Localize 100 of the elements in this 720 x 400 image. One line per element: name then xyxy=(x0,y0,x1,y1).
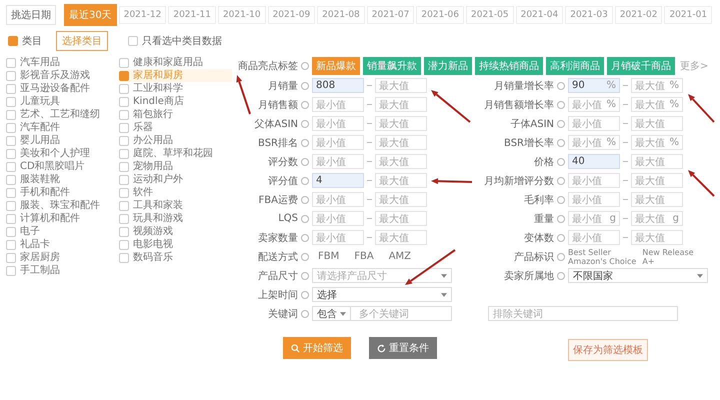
category-item[interactable]: 美妆和个人护理 xyxy=(6,147,119,160)
category-item[interactable]: 工具和家装 xyxy=(119,199,232,212)
tag-chip[interactable]: 潜力新品 xyxy=(424,57,472,75)
min-field[interactable]: 808 xyxy=(312,78,364,93)
date-tab[interactable]: 2021-10 xyxy=(218,6,266,24)
min-field[interactable]: 最小值 xyxy=(568,192,620,207)
dropdown[interactable]: 选择 xyxy=(312,287,452,302)
min-field[interactable]: 最小值 xyxy=(568,173,620,188)
max-field[interactable]: 最大值 xyxy=(375,211,427,226)
dropdown[interactable]: 请选择产品尺寸 xyxy=(312,268,452,283)
min-field[interactable]: 最小值 xyxy=(312,116,364,131)
category-item[interactable]: 儿童玩具 xyxy=(6,95,119,108)
checkbox[interactable] xyxy=(6,266,16,276)
exclude-keyword-field[interactable]: 排除关键词 xyxy=(488,306,678,321)
checkbox[interactable] xyxy=(8,36,18,46)
search-button[interactable]: 开始筛选 xyxy=(283,337,351,359)
checkbox[interactable] xyxy=(6,70,16,80)
date-tab[interactable]: 2021-04 xyxy=(516,6,564,24)
date-tab[interactable]: 2021-09 xyxy=(268,6,316,24)
checkbox[interactable] xyxy=(6,122,16,132)
shipping-option[interactable]: FBM xyxy=(312,251,346,262)
max-field[interactable]: 最大值 % xyxy=(631,78,683,93)
category-item[interactable]: 婴儿用品 xyxy=(6,134,119,147)
category-item[interactable]: 手机和配件 xyxy=(6,186,119,199)
badge-option[interactable]: A+ xyxy=(642,256,694,266)
max-field[interactable]: 最大值 xyxy=(375,78,427,93)
badge-option[interactable]: Amazon's Choice xyxy=(568,256,636,266)
checkbox[interactable] xyxy=(119,96,129,106)
checkbox[interactable] xyxy=(6,148,16,158)
category-item[interactable]: 汽车配件 xyxy=(6,121,119,134)
max-field[interactable]: 最大值 xyxy=(375,135,427,150)
checkbox[interactable] xyxy=(119,136,129,146)
date-tab[interactable]: 2021-02 xyxy=(614,6,662,24)
min-field[interactable]: 最小值 % xyxy=(568,97,620,112)
max-field[interactable]: 最大值 xyxy=(631,192,683,207)
checkbox[interactable] xyxy=(6,110,16,120)
category-item[interactable]: 运动和户外 xyxy=(119,173,232,186)
category-item[interactable]: 亚马逊设备配件 xyxy=(6,82,119,95)
select-category-button[interactable]: 选择类目 xyxy=(56,31,108,51)
checkbox[interactable] xyxy=(119,200,129,210)
checkbox[interactable] xyxy=(6,136,16,146)
tag-chip[interactable]: 高利润商品 xyxy=(546,57,604,75)
checkbox[interactable] xyxy=(6,58,16,68)
max-field[interactable]: 最大值 g xyxy=(631,211,683,226)
shipping-option[interactable]: AMZ xyxy=(382,251,418,262)
date-tab[interactable]: 2021-12 xyxy=(118,6,166,24)
checkbox[interactable] xyxy=(119,148,129,158)
min-field[interactable]: 最小值 xyxy=(568,116,620,131)
checkbox[interactable] xyxy=(119,188,129,198)
category-item[interactable]: 乐器 xyxy=(119,121,232,134)
date-tab[interactable]: 2021-08 xyxy=(317,6,365,24)
tag-chip[interactable]: 新品爆款 xyxy=(312,57,360,75)
min-field[interactable]: 最小值 xyxy=(312,97,364,112)
min-field[interactable]: 最小值 xyxy=(312,230,364,245)
category-item[interactable]: 玩具和游戏 xyxy=(119,212,232,225)
reset-button[interactable]: 重置条件 xyxy=(369,337,437,359)
max-field[interactable]: 最大值 xyxy=(375,192,427,207)
checkbox[interactable] xyxy=(119,162,129,172)
tag-chip[interactable]: 持续热销商品 xyxy=(475,57,543,75)
max-field[interactable]: 最大值 % xyxy=(631,97,683,112)
checkbox[interactable] xyxy=(6,84,16,94)
category-item[interactable]: 电影电视 xyxy=(119,238,232,251)
dropdown[interactable]: 不限国家 xyxy=(568,268,708,283)
max-field[interactable]: 最大值 xyxy=(375,173,427,188)
checkbox[interactable] xyxy=(119,214,129,224)
max-field[interactable]: 最大值 xyxy=(375,116,427,131)
category-item[interactable]: 电子 xyxy=(6,225,119,238)
max-field[interactable]: 最大值 xyxy=(631,230,683,245)
category-item[interactable]: 计算机和配件 xyxy=(6,212,119,225)
shipping-option[interactable]: FBA xyxy=(348,251,380,262)
min-field[interactable]: 90 % xyxy=(568,78,620,93)
min-field[interactable]: 最小值 % xyxy=(568,135,620,150)
checkbox[interactable] xyxy=(119,110,129,120)
category-item[interactable]: 服装、珠宝和配件 xyxy=(6,199,119,212)
min-field[interactable]: 最小值 xyxy=(312,211,364,226)
keyword-field[interactable]: 包含 多个关键词 xyxy=(312,306,452,321)
checkbox[interactable] xyxy=(119,252,129,262)
category-item[interactable]: 办公用品 xyxy=(119,134,232,147)
min-field[interactable]: 4 xyxy=(312,173,364,188)
category-item[interactable]: CD和黑胶唱片 xyxy=(6,160,119,173)
checkbox[interactable] xyxy=(6,200,16,210)
checkbox[interactable] xyxy=(6,226,16,236)
min-field[interactable]: 最小值 xyxy=(568,230,620,245)
category-item[interactable]: 软件 xyxy=(119,186,232,199)
category-item[interactable]: 箱包旅行 xyxy=(119,108,232,121)
checkbox[interactable] xyxy=(6,174,16,184)
category-item[interactable]: 健康和家庭用品 xyxy=(119,56,232,69)
more-link[interactable]: 更多> xyxy=(680,59,708,73)
max-field[interactable]: 最大值 xyxy=(631,116,683,131)
max-field[interactable]: 最大值 xyxy=(631,154,683,169)
checkbox[interactable] xyxy=(6,214,16,224)
max-field[interactable]: 最大值 % xyxy=(631,135,683,150)
date-tab[interactable]: 2021-03 xyxy=(565,6,613,24)
checkbox[interactable] xyxy=(6,162,16,172)
date-tab[interactable]: 2021-01 xyxy=(664,6,712,24)
tag-chip[interactable]: 月销破千商品 xyxy=(607,57,675,75)
checkbox[interactable] xyxy=(6,240,16,250)
checkbox[interactable] xyxy=(6,188,16,198)
checkbox[interactable] xyxy=(119,122,129,132)
checkbox[interactable] xyxy=(119,70,129,80)
